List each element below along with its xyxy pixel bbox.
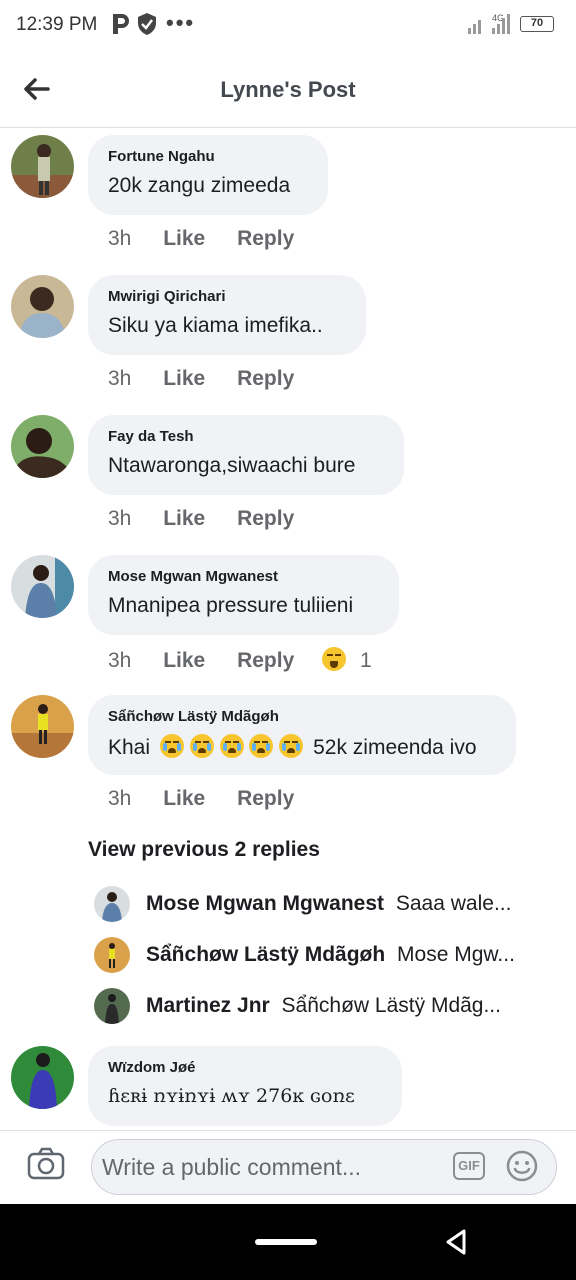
comment-actions: 3h Like Reply — [108, 367, 294, 391]
comment-input[interactable]: Write a public comment... GIF — [91, 1139, 557, 1195]
avatar[interactable] — [11, 135, 74, 198]
comment-time[interactable]: 3h — [108, 507, 131, 530]
comment-time[interactable]: 3h — [108, 787, 131, 810]
comment-actions: 3h Like Reply — [108, 507, 294, 531]
comment-author[interactable]: Mose Mgwan Mgwanest — [108, 568, 379, 588]
crying-emoji-icon — [249, 734, 274, 758]
comment-text: Siku ya kiama imefika.. — [108, 314, 323, 337]
reply-text: Saaa wale... — [395, 892, 512, 915]
comment-author[interactable]: Sẩñchøw Lästÿ Mdãgøh — [108, 708, 496, 728]
crying-emoji-icon — [159, 734, 184, 758]
laughing-emoji-icon — [322, 647, 347, 671]
parking-app-icon — [110, 12, 132, 41]
view-previous-replies-link[interactable]: View previous 2 replies — [88, 838, 320, 862]
reply-preview[interactable]: Mose Mgwan Mgwanest Saaa wale... — [94, 886, 544, 926]
comment-bubble[interactable]: Mwirigi Qirichari Siku ya kiama imefika.… — [88, 275, 366, 355]
avatar[interactable] — [94, 886, 130, 922]
reply-preview[interactable]: Sẩñchøw Lästÿ Mdãgøh Mose Mgw... — [94, 937, 544, 977]
reply-button[interactable]: Reply — [237, 367, 294, 391]
crying-emoji-icon — [219, 734, 244, 758]
comment-item: Mwirigi Qirichari Siku ya kiama imefika.… — [0, 275, 576, 415]
comment-bubble[interactable]: Wïzdom Jøé ɦɛʀɨ ռʏɨռʏɨ ʍʏ 276ĸ ɢօռɛ — [88, 1046, 402, 1126]
comment-item: Fay da Tesh Ntawaronga,siwaachi bure 3h … — [0, 415, 576, 555]
comment-time[interactable]: 3h — [108, 227, 131, 250]
reply-author[interactable]: Sẩñchøw Lästÿ Mdãgøh — [146, 943, 385, 966]
top-header: Lynne's Post — [0, 52, 576, 128]
reply-preview[interactable]: Martinez Jnr Sẩñchøw Lästÿ Mdãg... — [94, 988, 544, 1028]
shield-check-icon — [136, 12, 158, 41]
comment-item: Mose Mgwan Mgwanest Mnanipea pressure tu… — [0, 555, 576, 695]
page-title: Lynne's Post — [220, 77, 356, 102]
battery-icon: 70 — [520, 16, 554, 32]
like-button[interactable]: Like — [163, 507, 205, 531]
emoji-smile-icon[interactable] — [506, 1150, 538, 1182]
reply-author[interactable]: Martinez Jnr — [146, 994, 270, 1017]
comment-time[interactable]: 3h — [108, 367, 131, 390]
comment-actions: 3h Like Reply — [108, 787, 294, 811]
gif-button[interactable]: GIF — [453, 1152, 485, 1180]
comment-author[interactable]: Wïzdom Jøé — [108, 1059, 382, 1079]
reply-button[interactable]: Reply — [237, 649, 294, 673]
comment-time[interactable]: 3h — [108, 649, 131, 672]
nav-back-icon[interactable] — [442, 1228, 470, 1256]
comment-bubble[interactable]: Fortune Ngahu 20k zangu zimeeda — [88, 135, 328, 215]
reply-author[interactable]: Mose Mgwan Mgwanest — [146, 892, 384, 915]
status-bar: 12:39 PM ••• 4G 70 — [0, 0, 576, 52]
comment-item: Sẩñchøw Lästÿ Mdãgøh Khai 52k zimeenda i… — [0, 695, 576, 835]
avatar[interactable] — [94, 988, 130, 1024]
more-notifications-icon: ••• — [166, 10, 196, 35]
comment-actions: 3h Like Reply — [108, 227, 294, 251]
comment-bubble[interactable]: Mose Mgwan Mgwanest Mnanipea pressure tu… — [88, 555, 399, 635]
comment-text: 20k zangu zimeeda — [108, 174, 291, 197]
system-nav-bar — [0, 1204, 576, 1280]
comment-bubble[interactable]: Fay da Tesh Ntawaronga,siwaachi bure — [88, 415, 404, 495]
crying-emoji-icon — [189, 734, 214, 758]
comment-author[interactable]: Fortune Ngahu — [108, 148, 308, 168]
reply-text: Mose Mgw... — [397, 943, 515, 966]
comment-text: ɦɛʀɨ ռʏɨռʏɨ ʍʏ 276ĸ ɢօռɛ — [108, 1085, 355, 1107]
reaction-summary[interactable]: 1 — [322, 647, 372, 673]
comment-bubble[interactable]: Sẩñchøw Lästÿ Mdãgøh Khai 52k zimeenda i… — [88, 695, 516, 775]
avatar[interactable] — [11, 275, 74, 338]
avatar[interactable] — [11, 695, 74, 758]
reply-button[interactable]: Reply — [237, 227, 294, 251]
comment-text: Mnanipea pressure tuliieni — [108, 594, 354, 617]
status-time: 12:39 PM — [16, 14, 98, 35]
like-button[interactable]: Like — [163, 367, 205, 391]
reaction-count: 1 — [359, 649, 372, 672]
comment-author[interactable]: Mwirigi Qirichari — [108, 288, 346, 308]
signal-icon: 4G — [466, 12, 514, 41]
reply-button[interactable]: Reply — [237, 507, 294, 531]
comment-actions: 3h Like Reply 1 — [108, 647, 372, 673]
comment-text-suffix: 52k zimeenda ivo — [313, 736, 477, 759]
like-button[interactable]: Like — [163, 787, 205, 811]
comment-input-placeholder: Write a public comment... — [102, 1154, 362, 1180]
home-gesture-bar[interactable] — [255, 1239, 317, 1245]
reply-text: Sẩñchøw Lästÿ Mdãg... — [281, 994, 501, 1017]
like-button[interactable]: Like — [163, 227, 205, 251]
camera-icon[interactable] — [27, 1147, 65, 1181]
avatar[interactable] — [11, 415, 74, 478]
comment-item: Fortune Ngahu 20k zangu zimeeda 3h Like … — [0, 135, 576, 275]
avatar[interactable] — [11, 555, 74, 618]
avatar[interactable] — [94, 937, 130, 973]
reply-button[interactable]: Reply — [237, 787, 294, 811]
comment-text-prefix: Khai — [108, 736, 151, 759]
comment-text: Ntawaronga,siwaachi bure — [108, 454, 356, 477]
crying-emoji-icon — [279, 734, 304, 758]
comment-author[interactable]: Fay da Tesh — [108, 428, 384, 448]
comment-composer: Write a public comment... GIF — [0, 1130, 576, 1204]
comment-text: Khai 52k zimeenda ivo — [108, 734, 496, 760]
comment-item: Wïzdom Jøé ɦɛʀɨ ռʏɨռʏɨ ʍʏ 276ĸ ɢօռɛ — [0, 1046, 576, 1126]
like-button[interactable]: Like — [163, 649, 205, 673]
avatar[interactable] — [11, 1046, 74, 1109]
